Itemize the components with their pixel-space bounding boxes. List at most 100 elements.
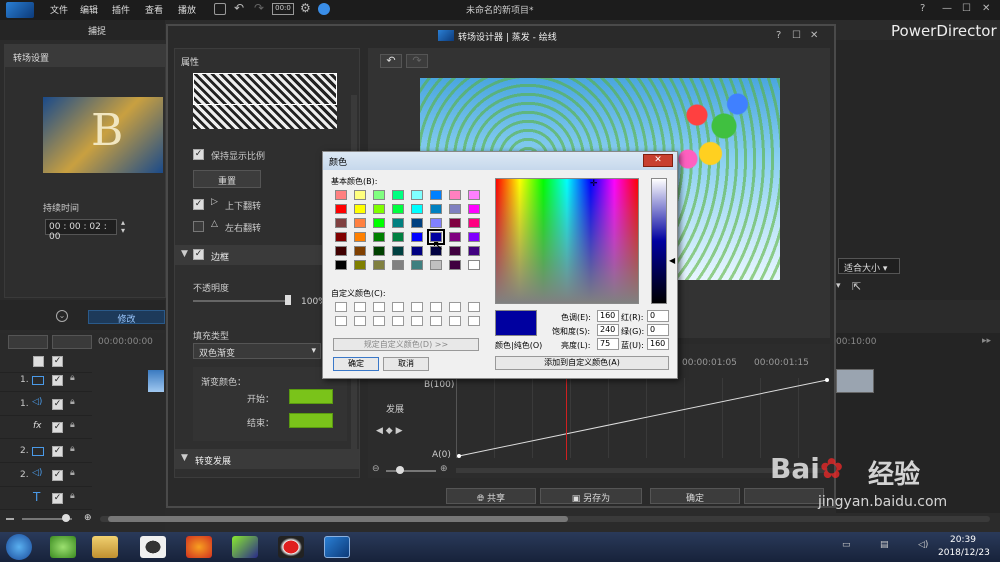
hue-input[interactable]: 160 [597,310,619,322]
border-checkbox[interactable]: ✓ [193,249,204,260]
color-swatch[interactable] [373,190,385,200]
zoom-slider-knob[interactable] [62,514,70,522]
help-icon[interactable]: ? [920,3,925,14]
start-color-swatch[interactable] [289,389,333,404]
color-swatch[interactable] [373,232,385,242]
keyframe-nav-icon[interactable]: ◀ ◆ ▶ [376,426,403,436]
custom-color-slot[interactable] [335,302,347,312]
color-swatch[interactable] [449,232,461,242]
track-checkbox[interactable]: ✓ [52,356,63,367]
minimize-icon[interactable]: — [942,3,952,14]
cancel-button[interactable] [744,488,824,504]
track-checkbox[interactable]: ✓ [52,493,63,504]
color-swatch[interactable] [430,190,442,200]
color-swatch[interactable] [373,204,385,214]
firefox-icon[interactable] [186,536,212,558]
color-swatch[interactable] [468,190,480,200]
color-swatch[interactable] [411,218,423,228]
mask-selection[interactable] [193,73,337,105]
define-custom-button[interactable]: 规定自定义颜色(D) >> [333,338,479,351]
custom-color-slot[interactable] [468,316,480,326]
start-button[interactable] [6,534,32,560]
qq-icon[interactable] [140,536,166,558]
menu-play[interactable]: 播放 [178,3,196,16]
cancel-button[interactable]: 取消 [383,357,429,371]
dropdown-icon[interactable]: ▾ [836,281,841,291]
ok-button[interactable]: 确定 [333,357,379,371]
track-checkbox[interactable]: ✓ [52,375,63,386]
close-icon[interactable]: ✕ [982,3,990,14]
color-swatch[interactable] [411,246,423,256]
lock-icon[interactable]: 🔒︎ [70,444,75,454]
color-swatch[interactable] [335,260,347,270]
add-to-custom-button[interactable]: 添加到自定义颜色(A) [495,356,669,370]
timeline-clip[interactable] [836,369,874,393]
color-swatch[interactable] [354,218,366,228]
fit-size-select[interactable]: 适合大小 ▾ [838,258,900,274]
color-swatch[interactable] [449,204,461,214]
maximize-icon[interactable]: ☐ [792,30,801,41]
color-swatch[interactable] [411,190,423,200]
opacity-slider[interactable] [193,300,289,302]
color-swatch[interactable] [449,260,461,270]
redo-icon[interactable]: ↷ [406,54,428,68]
zoom-out-icon[interactable] [6,518,14,520]
flip-horizontal-checkbox[interactable] [193,221,204,232]
timeline-scrollbar[interactable] [100,516,990,522]
progress-graph[interactable] [456,378,829,458]
color-swatch[interactable] [468,204,480,214]
lock-icon[interactable]: 🔒︎ [70,491,75,501]
custom-color-slot[interactable] [430,302,442,312]
tab-capture[interactable]: 捕捉 [88,24,106,37]
lock-icon[interactable]: 🔒︎ [70,468,75,478]
color-swatch[interactable] [335,246,347,256]
account-icon[interactable] [318,3,330,15]
color-swatch[interactable] [392,204,404,214]
custom-color-slot[interactable] [373,302,385,312]
modify-button[interactable]: 修改 [88,310,165,325]
color-swatch[interactable] [411,204,423,214]
color-swatch[interactable] [468,260,480,270]
track-checkbox[interactable]: ✓ [52,446,63,457]
zoom-in-icon[interactable]: ⊕ [84,513,92,523]
color-swatch[interactable] [354,204,366,214]
color-swatch[interactable] [449,246,461,256]
timeline-more-icon[interactable]: ▸▸ [982,336,991,346]
custom-color-slot[interactable] [449,302,461,312]
menu-plugins[interactable]: 插件 [112,3,130,16]
reset-button[interactable]: 重置 [193,170,261,188]
green-input[interactable]: 0 [647,324,669,336]
track-checkbox[interactable]: ✓ [52,422,63,433]
help-icon[interactable]: ? [776,30,781,41]
zoom-in-icon[interactable]: ⊕ [440,464,448,474]
zoom-out-icon[interactable]: ⊖ [372,464,380,474]
color-swatch[interactable] [335,232,347,242]
custom-color-slot[interactable] [468,302,480,312]
lock-icon[interactable]: 🔒︎ [70,420,75,430]
ok-button[interactable]: 确定 [650,488,740,504]
app-icon[interactable] [232,536,258,558]
save-icon[interactable] [214,3,226,15]
color-swatch[interactable] [335,218,347,228]
volume-icon[interactable]: ◁) [918,540,928,550]
popout-icon[interactable]: ⇱ [852,280,861,293]
custom-color-slot[interactable] [335,316,347,326]
blue-input[interactable]: 160 [647,338,669,350]
menu-edit[interactable]: 编辑 [80,3,98,16]
graph-zoom-knob[interactable] [396,466,404,474]
duration-stepper[interactable]: ▴ ▾ [121,219,125,235]
end-color-swatch[interactable] [289,413,333,428]
browser-360-icon[interactable] [50,536,76,558]
color-swatch[interactable] [392,246,404,256]
color-swatch[interactable] [468,246,480,256]
color-swatch[interactable] [449,190,461,200]
scrollbar-thumb[interactable] [108,516,568,522]
custom-color-slot[interactable] [449,316,461,326]
color-swatch[interactable] [354,190,366,200]
color-swatch[interactable] [392,190,404,200]
lock-icon[interactable]: 🔒︎ [70,373,75,383]
color-swatch[interactable] [373,218,385,228]
redo-icon[interactable]: ↷ [254,1,264,15]
color-swatch[interactable] [392,260,404,270]
custom-color-slot[interactable] [354,302,366,312]
